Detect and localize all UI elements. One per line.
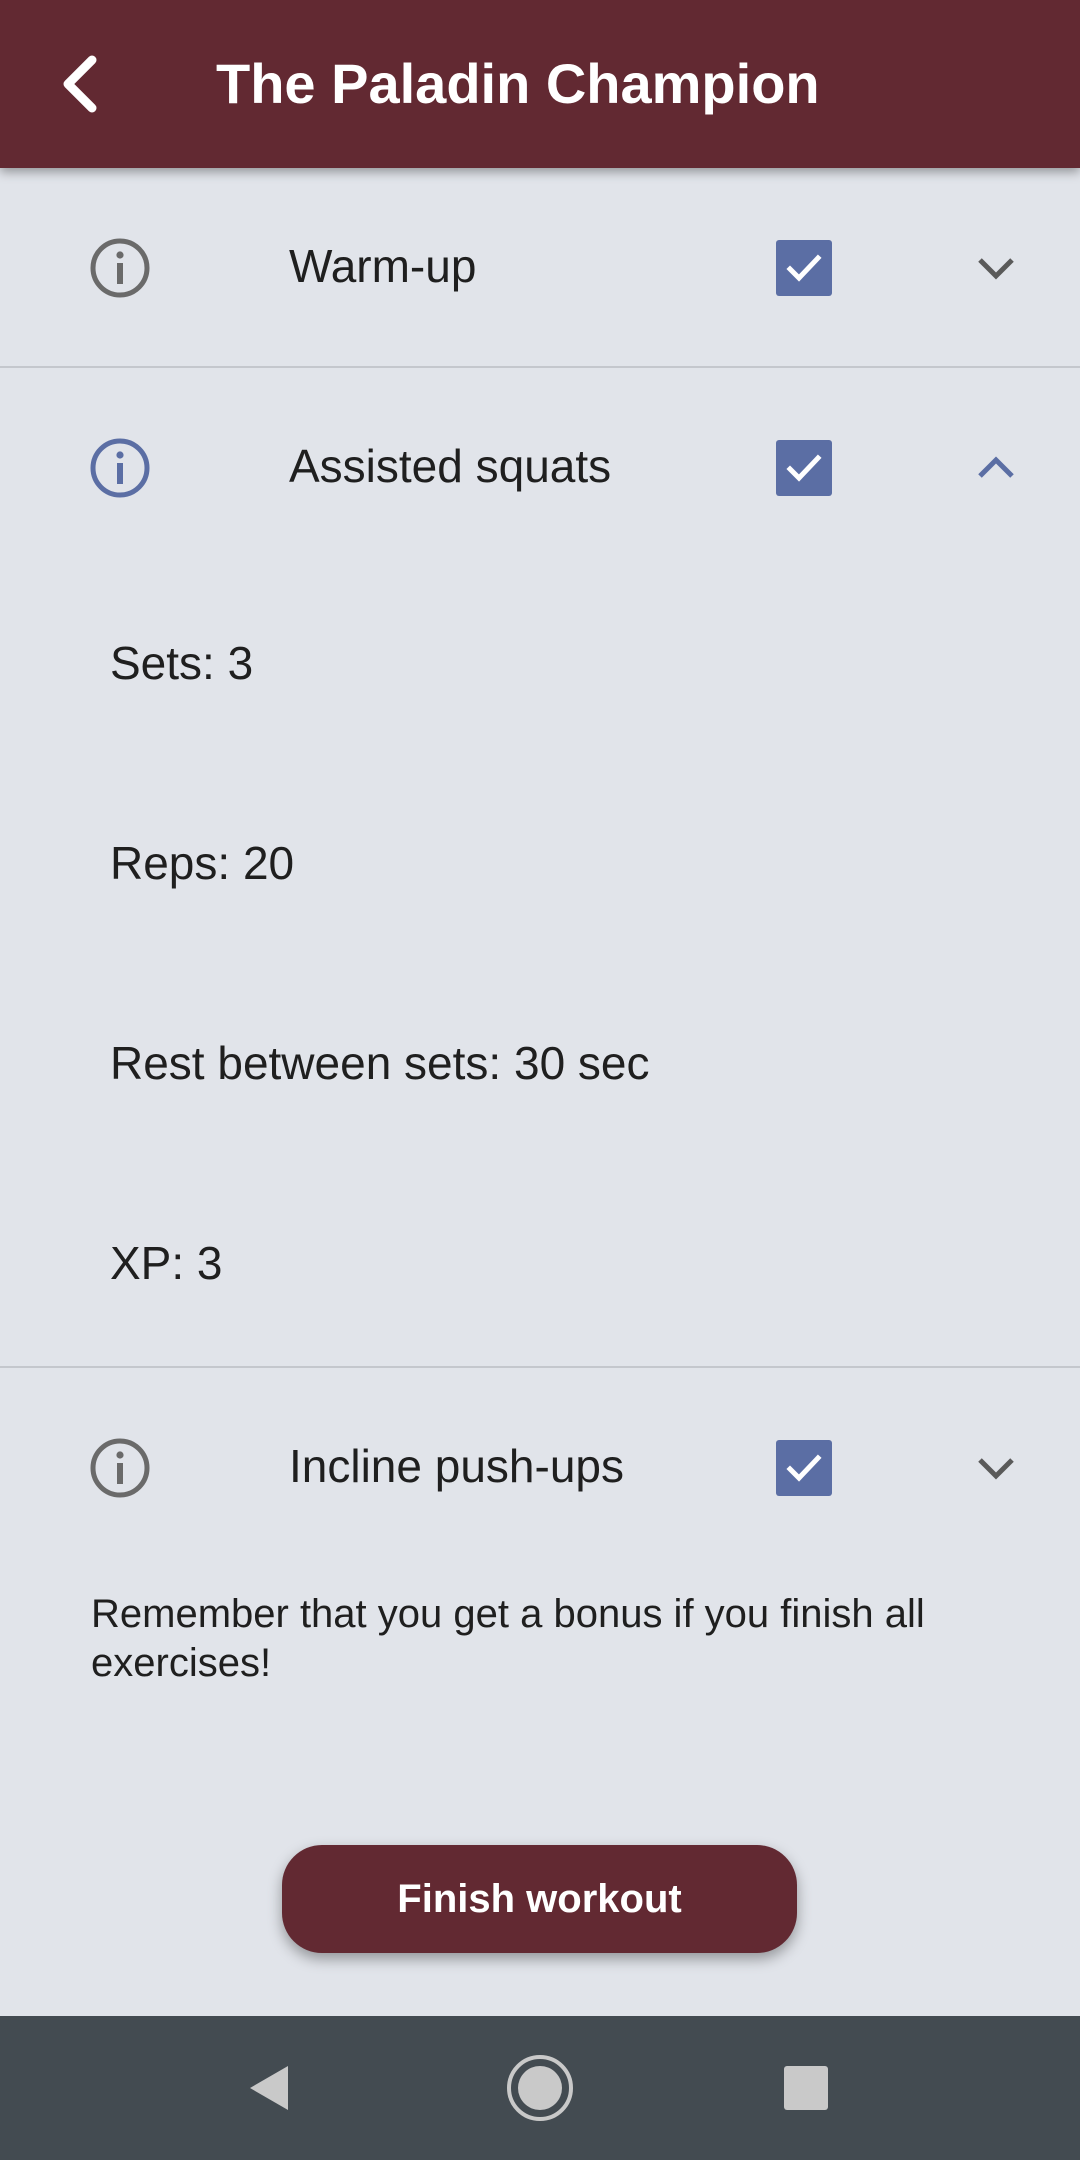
system-nav-bar xyxy=(0,2016,1080,2160)
back-button[interactable] xyxy=(40,44,120,124)
nav-home-icon xyxy=(507,2055,573,2121)
check-icon xyxy=(786,1454,822,1482)
exercise-label: Assisted squats xyxy=(289,440,612,492)
exercise-label: Incline push-ups xyxy=(289,1440,624,1492)
exercise-row-assisted-squats[interactable]: Assisted squats xyxy=(0,368,1080,564)
arrow-back-icon xyxy=(63,55,97,113)
nav-home-button[interactable] xyxy=(504,2052,576,2124)
detail-reps: Reps: 20 xyxy=(110,837,295,889)
app-bar: The Paladin Champion xyxy=(0,0,1080,168)
expand-toggle[interactable] xyxy=(966,1438,1026,1498)
chevron-down-icon xyxy=(978,258,1014,280)
info-icon[interactable] xyxy=(88,436,152,500)
detail-xp: XP: 3 xyxy=(110,1237,223,1289)
finish-workout-button[interactable]: Finish workout xyxy=(282,1845,797,1953)
detail-rest: Rest between sets: 30 sec xyxy=(110,1037,650,1089)
bonus-message: Remember that you get a bonus if you fin… xyxy=(91,1592,925,1685)
nav-back-button[interactable] xyxy=(234,2052,306,2124)
nav-recents-icon xyxy=(784,2066,828,2110)
info-icon[interactable] xyxy=(88,236,152,300)
exercise-checkbox[interactable] xyxy=(776,1440,832,1496)
chevron-down-icon xyxy=(978,1458,1014,1480)
check-icon xyxy=(786,454,822,482)
nav-back-icon xyxy=(250,2066,288,2110)
exercise-row-incline-push-ups[interactable]: Incline push-ups xyxy=(0,1368,1080,1564)
page-title: The Paladin Champion xyxy=(216,52,820,115)
check-icon xyxy=(786,254,822,282)
chevron-up-icon xyxy=(978,456,1014,478)
detail-sets: Sets: 3 xyxy=(110,637,254,689)
exercise-label: Warm-up xyxy=(289,240,477,292)
expand-toggle[interactable] xyxy=(966,238,1026,298)
exercise-row-warm-up[interactable]: Warm-up xyxy=(0,168,1080,364)
nav-recents-button[interactable] xyxy=(770,2052,842,2124)
info-icon[interactable] xyxy=(88,1436,152,1500)
expand-toggle[interactable] xyxy=(966,438,1026,498)
exercise-checkbox[interactable] xyxy=(776,440,832,496)
exercise-checkbox[interactable] xyxy=(776,240,832,296)
